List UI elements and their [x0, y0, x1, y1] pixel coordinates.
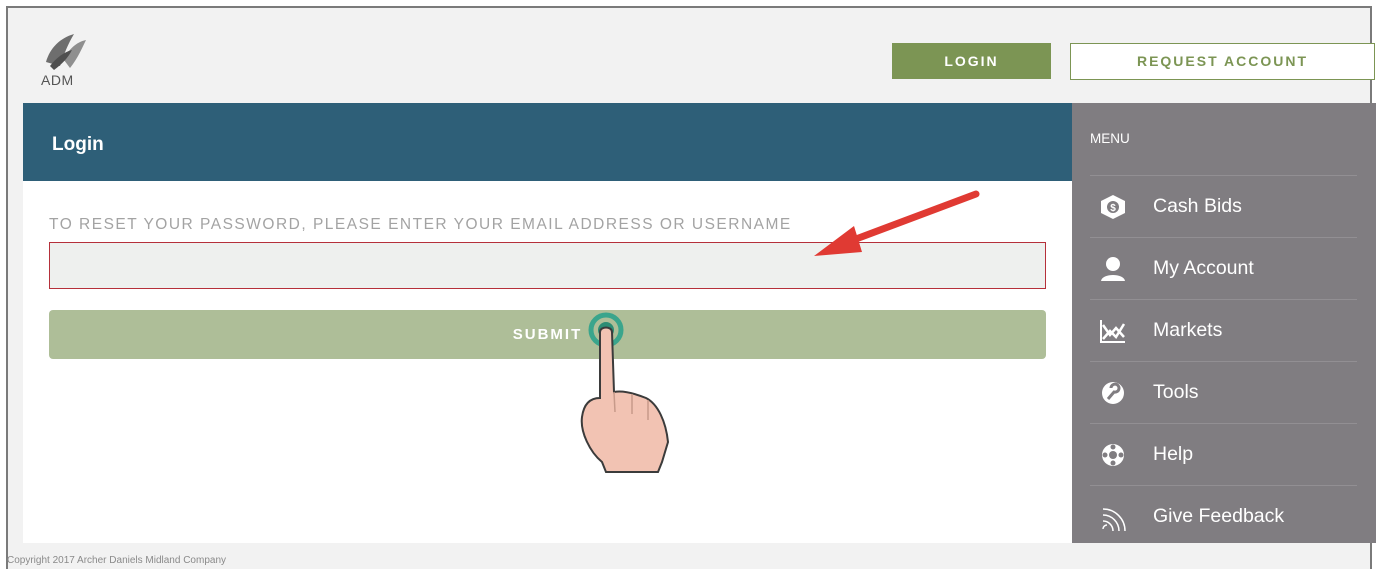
sidebar-item-label: Cash Bids: [1153, 195, 1242, 217]
feedback-icon: [1102, 508, 1126, 531]
request-account-button[interactable]: REQUEST ACCOUNT: [1070, 43, 1375, 80]
page-title: Login: [52, 134, 104, 155]
sidebar-item-markets[interactable]: Markets: [1090, 299, 1357, 360]
login-button[interactable]: LOGIN: [892, 43, 1051, 79]
sidebar-item-label: My Account: [1153, 257, 1254, 279]
sidebar-item-give-feedback[interactable]: Give Feedback: [1090, 485, 1357, 546]
tools-icon: [1102, 382, 1124, 404]
copyright-text: Copyright 2017 Archer Daniels Midland Co…: [7, 555, 227, 566]
sidebar-menu: MENU $ Cash Bids My Account Markets Tool…: [1072, 103, 1376, 543]
reset-instructions-label: TO RESET YOUR PASSWORD, PLEASE ENTER YOU…: [49, 216, 792, 233]
pointer-hand-icon: [580, 312, 670, 473]
sidebar-item-my-account[interactable]: My Account: [1090, 237, 1357, 298]
sidebar-item-label: Give Feedback: [1153, 505, 1285, 527]
user-icon: [1101, 257, 1125, 281]
help-icon: [1102, 444, 1124, 466]
panel-header: Login: [23, 103, 1072, 181]
sidebar-item-cash-bids[interactable]: $ Cash Bids: [1090, 175, 1357, 236]
sidebar-item-label: Tools: [1153, 381, 1199, 403]
annotation-arrow-icon: [814, 190, 980, 256]
menu-title: MENU: [1090, 131, 1130, 146]
login-panel: Login TO RESET YOUR PASSWORD, PLEASE ENT…: [23, 103, 1072, 543]
submit-button[interactable]: SUBMIT: [49, 310, 1046, 359]
chart-icon: [1100, 320, 1126, 343]
page-frame: ADM LOGIN REQUEST ACCOUNT Login TO RESET…: [6, 6, 1376, 569]
svg-text:$: $: [1110, 203, 1116, 214]
sidebar-item-label: Markets: [1153, 319, 1223, 341]
logo-text: ADM: [41, 72, 74, 88]
sidebar-item-tools[interactable]: Tools: [1090, 361, 1357, 422]
sidebar-item-help[interactable]: Help: [1090, 423, 1357, 484]
sidebar-item-label: Help: [1153, 443, 1194, 465]
cash-bids-icon: $: [1101, 195, 1125, 219]
